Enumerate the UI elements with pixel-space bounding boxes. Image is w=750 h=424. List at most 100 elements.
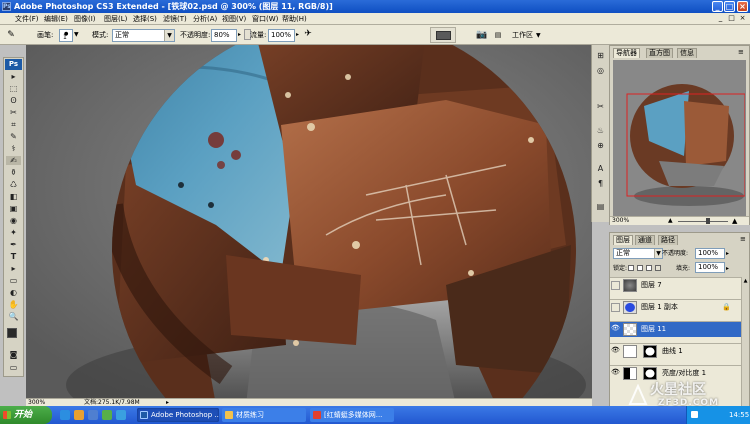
tab-histogram[interactable]: 直方图 — [646, 48, 673, 58]
ie-icon[interactable] — [60, 410, 70, 420]
eyedropper-tool-icon[interactable]: ✎ — [6, 132, 21, 141]
brush-preset-picker[interactable]: ● 1 — [59, 29, 73, 42]
menu-image[interactable]: 图像(I) — [74, 14, 96, 24]
panel-icon-1[interactable]: ⊞ — [595, 50, 606, 61]
task-folder[interactable]: 材质练习 — [222, 408, 306, 422]
hand-tool-icon[interactable]: ✋ — [6, 300, 21, 309]
layer-name[interactable]: 亮度/对比度 1 — [662, 366, 706, 381]
eye-icon[interactable]: 👁 — [611, 369, 620, 378]
blur-tool-icon[interactable]: ◉ — [6, 216, 21, 225]
brush-tool-icon[interactable]: ✎ — [4, 29, 18, 41]
fill-arrow-icon[interactable]: ▸ — [726, 264, 729, 273]
canvas-zoom-value[interactable]: 300% — [28, 399, 45, 406]
layer-name[interactable]: 图层 1 副本 — [641, 300, 678, 315]
opacity-input[interactable]: 80% — [211, 29, 237, 42]
move-tool-icon[interactable]: ▸ — [6, 72, 21, 81]
panel-icon-3[interactable]: ✂ — [595, 101, 606, 112]
bridge-button[interactable] — [430, 27, 456, 43]
notes-tool-icon[interactable]: ◐ — [6, 288, 21, 297]
screen-mode-icon[interactable]: ▭ — [6, 363, 21, 372]
zoom-slider-track[interactable] — [678, 221, 728, 222]
tab-navigator[interactable]: 导航器 — [613, 48, 640, 58]
menu-edit[interactable]: 编辑(E) — [44, 14, 68, 24]
network-icon[interactable] — [691, 411, 698, 418]
opacity-arrow-icon[interactable]: ▸ — [238, 31, 241, 39]
folder-icon[interactable] — [74, 410, 84, 420]
status-arrow-icon[interactable]: ▸ — [166, 399, 169, 406]
layer-row[interactable]: 👁 亮度/对比度 1 — [610, 365, 741, 381]
airbrush-icon[interactable]: ✈ — [302, 28, 314, 41]
gradient-tool-icon[interactable]: ▣ — [6, 204, 21, 213]
marquee-tool-icon[interactable]: ⬚ — [6, 84, 21, 93]
panel-icon-6[interactable]: A — [595, 163, 606, 174]
dodge-tool-icon[interactable]: ✦ — [6, 228, 21, 237]
shape-tool-icon[interactable]: ▭ — [6, 276, 21, 285]
layer-opacity-arrow-icon[interactable]: ▸ — [726, 249, 729, 258]
lock-position-icon[interactable] — [646, 265, 652, 271]
lock-transparency-icon[interactable] — [628, 265, 634, 271]
history-brush-tool-icon[interactable]: ♺ — [6, 180, 21, 189]
minimize-button[interactable]: _ — [712, 1, 723, 12]
crop-tool-icon[interactable]: ✂ — [6, 108, 21, 117]
menu-window[interactable]: 窗口(W) — [252, 14, 278, 24]
document-canvas[interactable] — [26, 18, 592, 424]
path-selection-tool-icon[interactable]: ▸ — [6, 264, 21, 273]
tab-info[interactable]: 信息 — [677, 48, 697, 58]
visibility-toggle[interactable] — [611, 281, 620, 290]
tab-channels[interactable]: 通道 — [635, 235, 655, 245]
panel-icon-2[interactable]: ◎ — [595, 65, 606, 76]
menu-file[interactable]: 文件(F) — [15, 14, 39, 24]
panel-icon-5[interactable]: ⊕ — [595, 140, 606, 151]
brush-tool-icon[interactable]: ✍ — [6, 156, 21, 165]
media-icon[interactable] — [102, 410, 112, 420]
layers-menu-icon[interactable]: ≡ — [740, 235, 746, 244]
navigator-zoom-value[interactable]: 300% — [612, 217, 629, 225]
panel-icon-8[interactable]: ▤ — [595, 201, 606, 212]
tab-paths[interactable]: 路径 — [658, 235, 678, 245]
messenger-icon[interactable] — [116, 410, 126, 420]
flow-arrow-icon[interactable]: ▸ — [296, 31, 299, 39]
flow-input[interactable]: 100% — [268, 29, 295, 42]
layer-name[interactable]: 图层 11 — [641, 322, 666, 337]
quick-mask-icon[interactable]: ◙ — [6, 350, 21, 359]
workspace-arrow-icon[interactable]: ▼ — [536, 32, 541, 40]
layer-row[interactable]: 👁 图层 11 — [610, 321, 741, 337]
layer-row[interactable]: 图层 7 — [610, 277, 741, 293]
camera-icon[interactable]: 📷 — [474, 29, 490, 41]
menu-select[interactable]: 选择(S) — [133, 14, 157, 24]
dock-panel-icon[interactable]: ▤ — [492, 29, 504, 41]
layer-row[interactable]: 图层 1 副本 🔒 — [610, 299, 741, 315]
fill-input[interactable]: 100% — [695, 262, 725, 273]
zoom-tool-icon[interactable]: 🔍 — [6, 312, 21, 321]
eye-icon[interactable]: 👁 — [611, 347, 620, 356]
eye-icon[interactable]: 👁 — [611, 325, 620, 334]
lock-pixels-icon[interactable] — [637, 265, 643, 271]
menu-layer[interactable]: 图层(L) — [104, 14, 127, 24]
layer-row[interactable]: 👁 曲线 1 — [610, 343, 741, 359]
panel-icon-4[interactable]: ♨ — [595, 125, 606, 136]
clone-stamp-tool-icon[interactable]: ⚱ — [6, 168, 21, 177]
zoom-out-icon[interactable]: ▲ — [668, 217, 673, 225]
workspace-label[interactable]: 工作区 — [512, 31, 533, 40]
task-browser[interactable]: [红蜻蜓多媒体网... — [310, 408, 394, 422]
visibility-toggle[interactable] — [611, 303, 620, 312]
doc-minimize-button[interactable]: _ — [716, 14, 725, 23]
eraser-tool-icon[interactable]: ◧ — [6, 192, 21, 201]
healing-brush-tool-icon[interactable]: ⚕ — [6, 144, 21, 153]
scroll-up-icon[interactable]: ▲ — [742, 277, 749, 285]
navigator-preview[interactable] — [613, 60, 746, 217]
menu-analysis[interactable]: 分析(A) — [193, 14, 217, 24]
lock-all-icon[interactable] — [655, 265, 661, 271]
menu-help[interactable]: 帮助(H) — [282, 14, 307, 24]
menu-view[interactable]: 视图(V) — [222, 14, 246, 24]
slice-tool-icon[interactable]: ⌗ — [6, 120, 21, 129]
brush-picker-arrow-icon[interactable]: ▼ — [74, 31, 79, 39]
close-button[interactable]: × — [737, 1, 748, 12]
desktop-icon[interactable] — [88, 410, 98, 420]
mode-select[interactable]: 正常 ▼ — [112, 29, 175, 42]
menu-filter[interactable]: 滤镜(T) — [163, 14, 187, 24]
task-photoshop[interactable]: Adobe Photoshop ... — [137, 408, 219, 422]
zoom-slider-thumb[interactable] — [706, 218, 710, 224]
start-button[interactable]: 开始 — [0, 406, 52, 424]
panel-menu-icon[interactable]: ≡ — [738, 48, 744, 57]
